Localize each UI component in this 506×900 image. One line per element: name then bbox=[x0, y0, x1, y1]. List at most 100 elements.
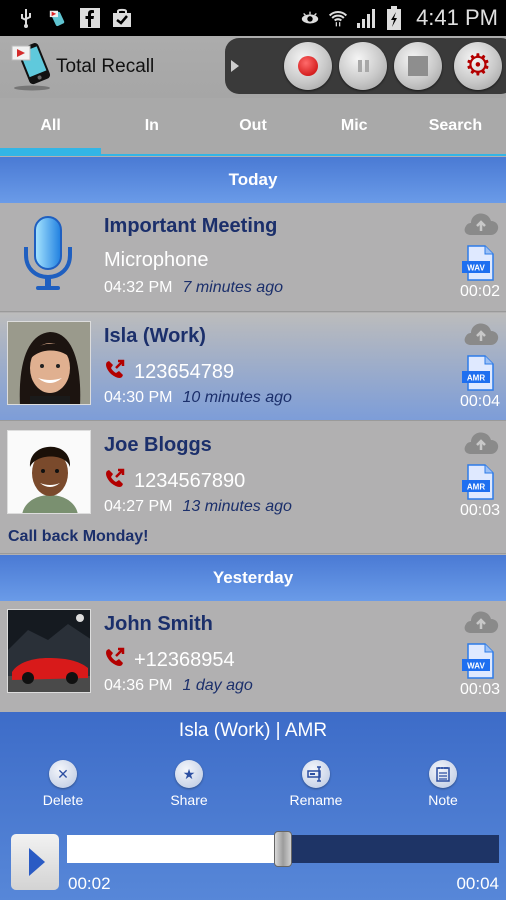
recording-duration: 00:04 bbox=[459, 393, 500, 410]
recording-clock-time: 04:30 PM bbox=[104, 389, 173, 406]
usb-icon bbox=[16, 8, 36, 28]
recording-number-line: 123654789 bbox=[104, 359, 234, 385]
wav-file-icon: WAV bbox=[460, 643, 496, 679]
recording-row[interactable]: Joe Bloggs 1234567890 04:27 PM 13 minutes… bbox=[0, 422, 506, 554]
tab-search[interactable]: Search bbox=[405, 98, 506, 154]
app-logo-icon bbox=[10, 40, 56, 92]
outgoing-call-icon bbox=[104, 468, 126, 494]
recording-duration: 00:02 bbox=[459, 283, 500, 300]
notepad-icon bbox=[429, 760, 457, 788]
delete-label: Delete bbox=[42, 792, 84, 808]
rename-label: Rename bbox=[289, 792, 343, 808]
recording-clock-time: 04:32 PM bbox=[104, 279, 173, 296]
section-header-yesterday: Yesterday bbox=[0, 555, 506, 601]
recording-time: 04:27 PM 13 minutes ago bbox=[104, 498, 292, 516]
recording-time: 04:32 PM 7 minutes ago bbox=[104, 279, 283, 297]
amr-file-icon: AMR bbox=[460, 464, 496, 500]
eye-icon bbox=[300, 8, 320, 28]
pause-button[interactable] bbox=[339, 42, 387, 90]
cloud-upload-icon[interactable] bbox=[462, 211, 500, 237]
app-title: Total Recall bbox=[56, 56, 155, 77]
player-title: Isla (Work) | AMR bbox=[178, 720, 328, 741]
recording-number-line: 1234567890 bbox=[104, 468, 245, 494]
recording-relative-time: 13 minutes ago bbox=[182, 498, 292, 515]
pause-icon bbox=[357, 60, 369, 72]
source-label: Microphone bbox=[104, 249, 209, 271]
tabs-divider bbox=[0, 154, 506, 156]
file-format-label: AMR bbox=[467, 483, 485, 492]
file-format-label: WAV bbox=[467, 264, 485, 273]
recording-number-line: +12368954 bbox=[104, 647, 235, 673]
clock: 4:41 PM bbox=[416, 5, 498, 30]
file-format-label: AMR bbox=[467, 374, 485, 383]
facebook-icon bbox=[80, 8, 100, 28]
playback-total-time: 00:04 bbox=[456, 874, 499, 893]
tab-out[interactable]: Out bbox=[202, 98, 303, 154]
play-button[interactable] bbox=[11, 834, 59, 890]
microphone-icon bbox=[20, 215, 76, 295]
shopping-bag-check-icon bbox=[112, 8, 132, 28]
recording-relative-time: 10 minutes ago bbox=[182, 389, 292, 406]
seekbar-progress bbox=[67, 835, 283, 863]
recording-name: Joe Bloggs bbox=[104, 434, 212, 456]
outgoing-call-icon bbox=[104, 647, 126, 673]
recording-name: John Smith bbox=[104, 613, 213, 635]
playback-current-time: 00:02 bbox=[68, 874, 111, 893]
recording-clock-time: 04:36 PM bbox=[104, 677, 173, 694]
contact-photo-joe bbox=[7, 430, 91, 514]
note-button[interactable]: Note bbox=[403, 760, 483, 808]
star-icon: ★ bbox=[175, 760, 203, 788]
signal-icon bbox=[356, 8, 376, 28]
section-header-today: Today bbox=[0, 157, 506, 203]
phone-number: 123654789 bbox=[134, 360, 235, 383]
status-bar: 4:41 PM bbox=[0, 0, 506, 36]
expand-panel-arrow-icon[interactable] bbox=[231, 60, 239, 72]
playback-seekbar[interactable] bbox=[67, 831, 499, 867]
player-panel: Isla (Work) | AMR ✕ Delete ★ Share Renam… bbox=[0, 712, 506, 900]
settings-button[interactable]: ⚙ bbox=[454, 42, 502, 90]
wav-file-icon: WAV bbox=[460, 245, 496, 281]
phone-number: +12368954 bbox=[134, 648, 235, 671]
recording-time: 04:36 PM 1 day ago bbox=[104, 677, 253, 695]
cloud-upload-icon[interactable] bbox=[462, 321, 500, 347]
recording-row[interactable]: John Smith +12368954 04:36 PM 1 day ago W… bbox=[0, 601, 506, 712]
tab-in[interactable]: In bbox=[101, 98, 202, 154]
recording-clock-time: 04:27 PM bbox=[104, 498, 173, 515]
recording-relative-time: 1 day ago bbox=[182, 677, 253, 694]
record-button[interactable] bbox=[284, 42, 332, 90]
recording-row[interactable]: Important Meeting Microphone 04:32 PM 7 m… bbox=[0, 203, 506, 312]
recording-note: Call back Monday! bbox=[8, 528, 149, 545]
rename-button[interactable]: Rename bbox=[276, 760, 356, 808]
cloud-upload-icon[interactable] bbox=[462, 430, 500, 456]
play-icon bbox=[29, 848, 45, 876]
contact-photo-john bbox=[7, 609, 91, 693]
delete-button[interactable]: ✕ Delete bbox=[23, 760, 103, 808]
note-label: Note bbox=[428, 792, 458, 808]
phone-number: 1234567890 bbox=[134, 469, 246, 492]
tab-all[interactable]: All bbox=[0, 98, 102, 154]
wifi-icon bbox=[328, 8, 348, 28]
file-format-label: WAV bbox=[467, 662, 485, 671]
record-icon bbox=[298, 56, 318, 76]
recording-name: Isla (Work) bbox=[104, 325, 206, 347]
tab-mic[interactable]: Mic bbox=[304, 98, 405, 154]
recording-controls-panel: ⚙ bbox=[225, 38, 506, 94]
recording-row-selected[interactable]: Isla (Work) 123654789 04:30 PM 10 minutes… bbox=[0, 313, 506, 421]
rename-icon bbox=[302, 760, 330, 788]
x-icon: ✕ bbox=[49, 760, 77, 788]
stop-button[interactable] bbox=[394, 42, 442, 90]
recording-duration: 00:03 bbox=[459, 681, 500, 698]
recording-name: Important Meeting bbox=[104, 215, 278, 237]
cloud-upload-icon[interactable] bbox=[462, 609, 500, 635]
filter-tabs: All In Out Mic Search bbox=[0, 98, 506, 154]
recording-time: 04:30 PM 10 minutes ago bbox=[104, 389, 292, 407]
contact-photo-isla bbox=[7, 321, 91, 405]
outgoing-call-icon bbox=[104, 359, 126, 385]
seekbar-thumb[interactable] bbox=[274, 831, 292, 867]
share-button[interactable]: ★ Share bbox=[149, 760, 229, 808]
stop-icon bbox=[408, 56, 428, 76]
gear-icon: ⚙ bbox=[464, 49, 492, 82]
share-label: Share bbox=[170, 792, 208, 808]
app-header: Total Recall ⚙ bbox=[0, 36, 506, 98]
app-root: 4:41 PM Total Recall ⚙ All In Out Mic Se… bbox=[0, 0, 506, 900]
